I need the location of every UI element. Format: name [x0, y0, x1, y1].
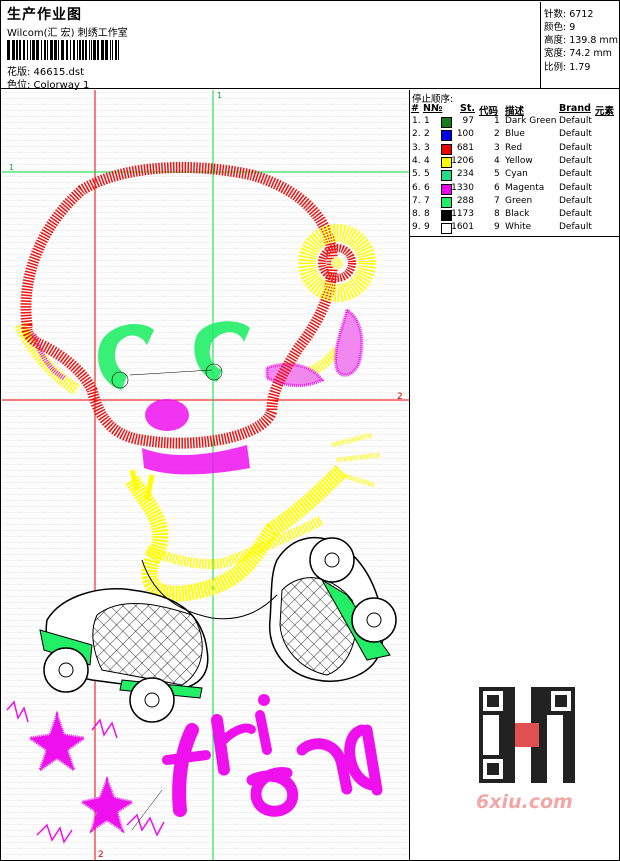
row-description: Cyan — [505, 169, 528, 180]
row-index: 1. — [412, 116, 421, 126]
row-description: Dark Green — [505, 116, 557, 126]
row-index: 4. — [412, 155, 421, 166]
row-stitches: 1601 — [451, 222, 474, 233]
row-index: 7. — [412, 195, 421, 206]
row-index: 8. — [412, 209, 421, 220]
thread-row: 6. 6 1330 6 Magenta Default — [410, 183, 619, 196]
design-preview: 1 1 2 2 — [2, 90, 410, 860]
watermark-text: 6xiu.com — [476, 791, 573, 813]
row-code: 3 — [494, 142, 500, 153]
row-code: 8 — [494, 209, 500, 220]
col-element: 元素 — [595, 106, 615, 117]
guide-label-left: 1 — [9, 163, 14, 172]
row-number: 1 — [424, 116, 430, 126]
row-brand: Default — [559, 142, 592, 153]
row-index: 9. — [412, 222, 421, 233]
col-stitches: St. — [460, 103, 475, 114]
row-index: 3. — [412, 142, 421, 153]
row-index: 6. — [412, 182, 421, 193]
thread-row: 7. 7 288 7 Green Default — [410, 196, 619, 209]
row-stitches: 1206 — [451, 155, 474, 166]
design-height: 高度: 139.8 mm — [544, 35, 618, 46]
col-hash: # — [411, 103, 419, 114]
row-description: Yellow — [505, 155, 533, 166]
row-number: 3 — [424, 142, 430, 153]
row-number: 7 — [424, 195, 430, 206]
row-number: 9 — [424, 222, 430, 233]
col-brand: Brand — [559, 103, 591, 114]
row-brand: Default — [559, 129, 592, 140]
guide-label-bottom: 2 — [98, 850, 104, 860]
row-stitches: 1173 — [451, 209, 474, 220]
color-count: 颜色: 9 — [544, 22, 576, 33]
header-info: 生产作业图 Wilcom(汇 宏) 刺绣工作室 花版: 46615.dst 色位… — [2, 2, 539, 91]
row-description: Green — [505, 195, 533, 206]
thread-row: 3. 3 681 3 Red Default — [410, 143, 619, 156]
row-number: 8 — [424, 209, 430, 220]
guide-label-top: 1 — [217, 91, 222, 100]
embroidery-artwork: 1 1 2 2 — [2, 90, 409, 860]
row-code: 7 — [494, 195, 500, 206]
thread-row: 8. 8 1173 8 Black Default — [410, 209, 619, 222]
notes-area: 6xiu.com — [410, 237, 619, 860]
sheet-title: 生产作业图 — [7, 7, 82, 23]
row-description: Blue — [505, 129, 525, 140]
row-brand: Default — [559, 182, 592, 193]
design-scale: 比例: 1.79 — [544, 62, 591, 73]
row-brand: Default — [559, 222, 592, 233]
row-index: 5. — [412, 169, 421, 180]
row-brand: Default — [559, 155, 592, 166]
row-code: 9 — [494, 222, 500, 233]
row-brand: Default — [559, 209, 592, 220]
row-description: Red — [505, 142, 523, 153]
row-brand: Default — [559, 195, 592, 206]
row-code: 2 — [494, 129, 500, 140]
col-number: N№ — [423, 103, 443, 114]
guide-label-right: 2 — [397, 392, 403, 402]
row-number: 5 — [424, 169, 430, 180]
row-stitches: 681 — [456, 142, 474, 153]
row-code: 6 — [494, 182, 500, 193]
row-stitches: 234 — [456, 169, 474, 180]
stats-panel: 针数: 6712 颜色: 9 高度: 139.8 mm 宽度: 74.2 mm … — [540, 2, 620, 88]
row-description: Black — [505, 209, 530, 220]
row-description: White — [505, 222, 532, 233]
row-stitches: 100 — [456, 129, 474, 140]
row-number: 2 — [424, 129, 430, 140]
col-code: 代码 — [479, 106, 499, 117]
thread-row: 5. 5 234 5 Cyan Default — [410, 169, 619, 182]
row-description: Magenta — [505, 182, 545, 193]
row-brand: Default — [559, 169, 592, 180]
col-desc: 描述 — [505, 106, 525, 117]
header-divider — [1, 88, 619, 89]
production-sheet: 生产作业图 Wilcom(汇 宏) 刺绣工作室 花版: 46615.dst 色位… — [0, 0, 620, 861]
design-width: 宽度: 74.2 mm — [544, 48, 612, 59]
row-index: 2. — [412, 129, 421, 140]
row-brand: Default — [559, 116, 592, 126]
stitch-count: 针数: 6712 — [544, 9, 594, 20]
qr-code-image — [479, 687, 575, 783]
row-number: 6 — [424, 182, 430, 193]
row-code: 5 — [494, 169, 500, 180]
row-stitches: 1330 — [451, 182, 474, 193]
barcode-image — [7, 40, 119, 60]
row-stitches: 288 — [456, 195, 474, 206]
thread-sequence-table: 停止顺序: # N№ St. 代码 描述 Brand 元素 1. 1 97 1 Dark… — [410, 90, 619, 237]
thread-row: 4. 4 1206 4 Yellow Default — [410, 156, 619, 169]
row-code: 4 — [494, 155, 500, 166]
thread-row: 1. 1 97 1 Dark Green Default — [410, 116, 619, 129]
row-code: 1 — [494, 116, 500, 126]
row-stitches: 97 — [462, 116, 474, 126]
thread-row: 2. 2 100 2 Blue Default — [410, 129, 619, 142]
row-number: 4 — [424, 155, 430, 166]
thread-row: 9. 9 1601 9 White Default — [410, 222, 619, 235]
sheet-subtitle: Wilcom(汇 宏) 刺绣工作室 — [7, 28, 128, 39]
